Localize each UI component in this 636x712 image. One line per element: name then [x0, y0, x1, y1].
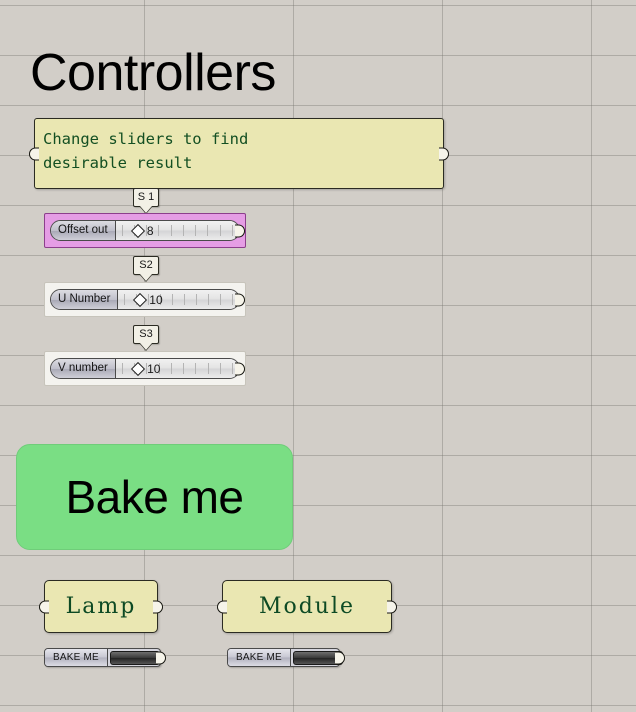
group-bake-me[interactable]: Bake me — [16, 444, 293, 550]
output-panel-module[interactable]: Module — [217, 580, 397, 633]
output-panel-label-module: Module — [258, 594, 356, 619]
slider-track-v-number[interactable]: 10 — [115, 359, 239, 378]
slider-value-u-number: 10 — [149, 292, 163, 307]
number-slider-v-number[interactable]: V number 10 — [50, 358, 245, 379]
name-tag-label: S 1 — [137, 191, 155, 203]
name-tag-tail-icon — [140, 274, 152, 281]
name-tag-tail-icon — [140, 206, 152, 213]
number-slider-u-number[interactable]: U Number 10 — [50, 289, 245, 310]
name-tag-s2[interactable]: S2 — [133, 256, 159, 281]
boolean-toggle-bake-module[interactable]: BAKE ME — [227, 648, 345, 667]
toggle-output-nub[interactable] — [335, 651, 345, 664]
name-tag-label: S3 — [139, 328, 153, 340]
slider-output-nub[interactable] — [235, 224, 245, 237]
output-panel-lamp[interactable]: Lamp — [39, 580, 163, 633]
panel-output-nub[interactable] — [387, 600, 397, 613]
slider-group-offset-out[interactable]: Offset out 8 — [44, 213, 246, 248]
slider-handle-v-number[interactable]: 10 — [131, 359, 161, 378]
slider-handle-u-number[interactable]: 10 — [133, 290, 163, 309]
slider-label-v-number: V number — [51, 359, 116, 378]
slider-handle-offset-out[interactable]: 8 — [130, 221, 154, 240]
group-label-bake-me: Bake me — [65, 471, 244, 523]
slider-grip-diamond-icon[interactable] — [133, 292, 148, 307]
toggle-label-bake-lamp: BAKE ME — [45, 649, 108, 666]
slider-value-v-number: 10 — [147, 361, 161, 376]
slider-label-offset-out: Offset out — [51, 221, 116, 240]
slider-track-offset-out[interactable]: 8 — [115, 221, 239, 240]
panel-output-nub[interactable] — [439, 147, 449, 160]
slider-grip-diamond-icon[interactable] — [130, 223, 145, 238]
boolean-toggle-bake-lamp[interactable]: BAKE ME — [44, 648, 166, 667]
slider-group-v-number[interactable]: V number 10 — [44, 351, 246, 386]
name-tag-s1[interactable]: S 1 — [133, 188, 159, 213]
slider-label-u-number: U Number — [51, 290, 119, 309]
panel-output-nub[interactable] — [153, 600, 163, 613]
slider-value-offset-out: 8 — [146, 223, 154, 238]
slider-output-nub[interactable] — [235, 293, 245, 306]
toggle-switch-bake-lamp[interactable] — [109, 650, 160, 665]
slider-grip-diamond-icon[interactable] — [131, 361, 146, 376]
name-tag-tail-icon — [140, 343, 152, 350]
name-tag-s3[interactable]: S3 — [133, 325, 159, 350]
toggle-output-nub[interactable] — [156, 651, 166, 664]
panel-input-nub[interactable] — [217, 600, 227, 613]
note-panel[interactable]: Change sliders to find desirable result — [29, 118, 449, 189]
number-slider-offset-out[interactable]: Offset out 8 — [50, 220, 245, 241]
name-tag-label: S2 — [139, 259, 153, 271]
slider-output-nub[interactable] — [235, 362, 245, 375]
note-panel-text: Change sliders to find desirable result — [43, 130, 249, 172]
toggle-label-bake-module: BAKE ME — [228, 649, 291, 666]
output-panel-label-lamp: Lamp — [65, 594, 137, 619]
panel-input-nub[interactable] — [39, 600, 49, 613]
slider-track-u-number[interactable]: 10 — [118, 290, 239, 309]
page-title: Controllers — [30, 44, 276, 102]
slider-group-u-number[interactable]: U Number 10 — [44, 282, 246, 317]
grasshopper-canvas[interactable]: Controllers Change sliders to find desir… — [0, 0, 636, 712]
panel-input-nub[interactable] — [29, 147, 39, 160]
